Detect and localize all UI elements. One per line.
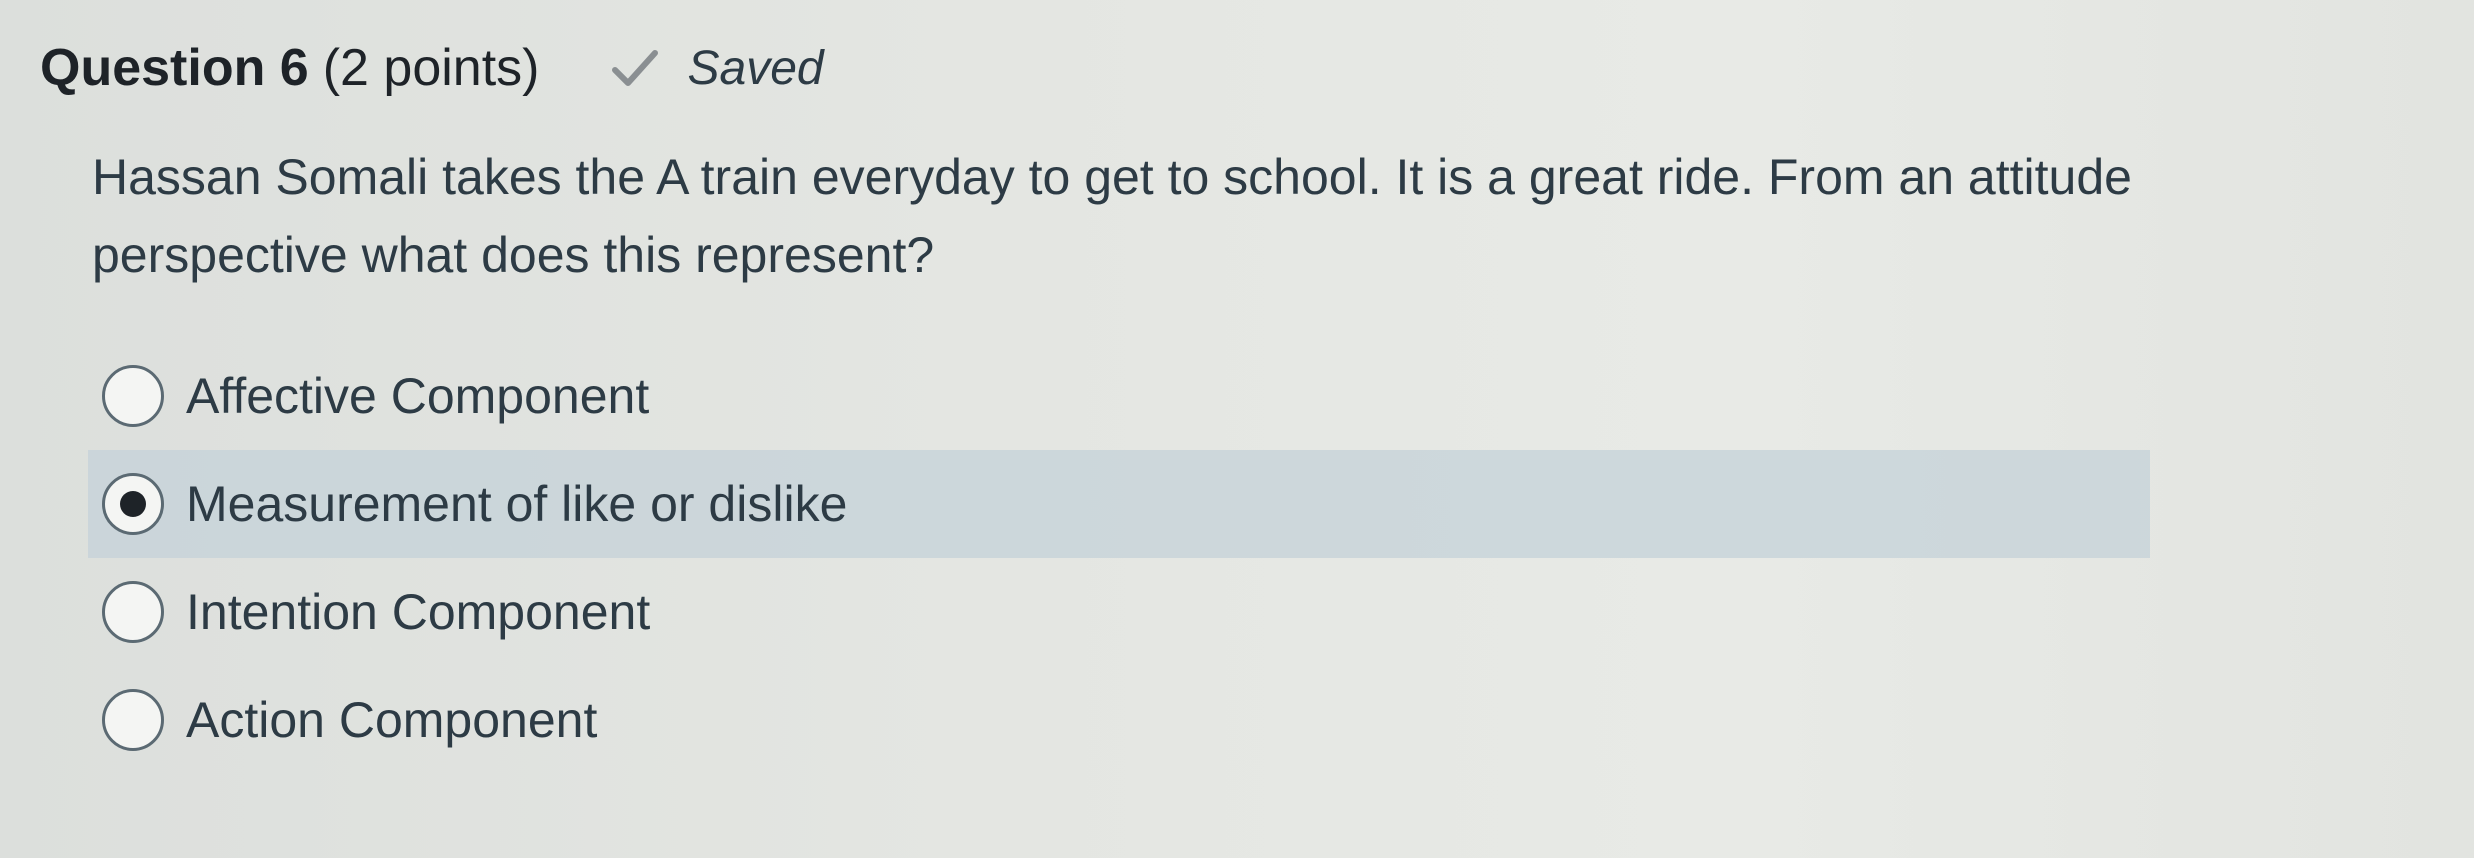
- answer-option-label[interactable]: Affective Component: [186, 367, 649, 425]
- radio-button[interactable]: [102, 365, 164, 427]
- radio-dot-icon: [120, 491, 146, 517]
- question-title: Question 6: [40, 39, 309, 97]
- answer-option-label[interactable]: Intention Component: [186, 583, 650, 641]
- saved-label: Saved: [687, 41, 824, 95]
- answer-option[interactable]: Intention Component: [88, 558, 2150, 666]
- question-header: Question 6 (2 points) Saved: [40, 28, 824, 108]
- radio-button-checked[interactable]: [102, 473, 164, 535]
- question-points: (2 points): [322, 39, 540, 97]
- check-icon: [609, 46, 661, 90]
- question-body: Hassan Somali takes the A train everyday…: [92, 149, 2132, 283]
- answer-options: Affective Component Measurement of like …: [88, 342, 2150, 774]
- answer-option[interactable]: Action Component: [88, 666, 2150, 774]
- radio-button[interactable]: [102, 689, 164, 751]
- answer-option-selected[interactable]: Measurement of like or dislike: [88, 450, 2150, 558]
- saved-status: Saved: [609, 41, 824, 96]
- answer-option-label[interactable]: Measurement of like or dislike: [186, 475, 847, 533]
- answer-option[interactable]: Affective Component: [88, 342, 2150, 450]
- answer-option-label[interactable]: Action Component: [186, 691, 597, 749]
- quiz-question-page: Question 6 (2 points) Saved Hassan Somal…: [0, 0, 2474, 858]
- radio-button[interactable]: [102, 581, 164, 643]
